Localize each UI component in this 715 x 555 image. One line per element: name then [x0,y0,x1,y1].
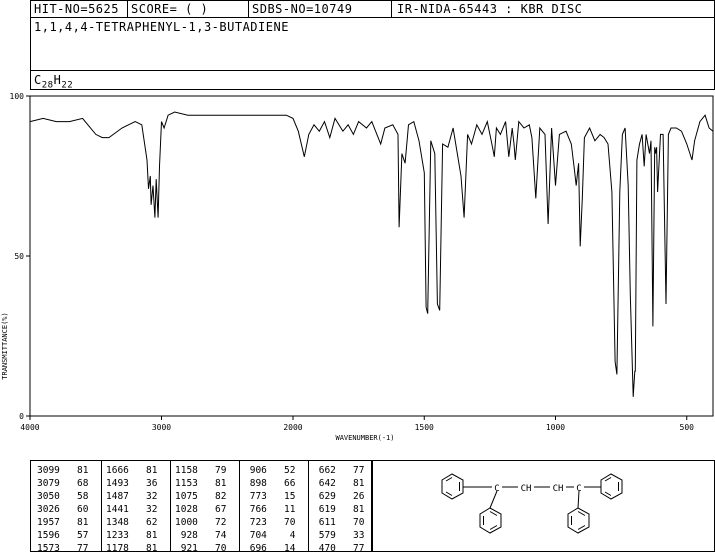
x-tick-label: 1500 [415,423,434,432]
x-axis-label: WAVENUMBER(-1) [335,434,394,442]
peak-entry: 3099 81 [37,465,89,476]
header-sep-1 [127,0,128,17]
hit-number: HIT-NO=5625 [34,2,119,16]
peak-entry: 1178 81 [106,543,158,554]
ch-right: CH [553,484,564,494]
peak-entry: 3026 60 [37,504,89,515]
molecular-structure: C CH CH C [441,473,623,534]
peak-column-3: 1158 79 1153 81 1075 82 1028 67 1000 72 928 … [175,464,226,555]
header-divider [30,17,715,18]
peak-entry: 662 77 [313,465,365,476]
ir-spectrum-chart: 100500 4000 3000 2000 1500 1000 500 WAVENUMBE… [1,92,714,442]
peak-entry: 619 81 [313,504,365,515]
peak-entry: 3050 58 [37,491,89,502]
peak-entry: 1000 72 [175,517,227,528]
carbon-left: C [494,484,499,494]
peak-entry: 1153 81 [175,478,227,489]
peak-entry: 704 4 [244,530,296,541]
x-tick-label: 3000 [152,423,171,432]
x-tick-label: 1000 [546,423,565,432]
peak-entry: 1666 81 [106,465,158,476]
peak-col-sep-4 [308,461,309,551]
peak-entry: 1348 62 [106,517,158,528]
peak-table: 3099 81 3079 68 3050 58 3026 60 1957 81 1596 … [30,460,372,555]
peak-entry: 1441 32 [106,504,158,515]
score: SCORE= ( ) [131,2,209,16]
peak-entry: 579 33 [313,530,365,541]
peak-entry: 921 70 [175,543,227,554]
peak-entry: 1493 36 [106,478,158,489]
x-tick-label: 500 [680,423,695,432]
header-sep-2 [248,0,249,17]
peak-column-1: 3099 81 3079 68 3050 58 3026 60 1957 81 1596 … [37,464,88,555]
spectrum-line [29,111,714,397]
ch-left: CH [521,484,532,494]
plot-frame [29,95,714,417]
ir-identifier: IR-NIDA-65443 : KBR DISC [397,2,583,16]
peak-entry: 1596 57 [37,530,89,541]
peak-entry: 696 14 [244,543,296,554]
peak-col-sep-2 [170,461,171,551]
header-sep-3 [391,0,392,17]
peak-entry: 773 15 [244,491,296,502]
peak-entry: 470 77 [313,543,365,554]
peak-column-2: 1666 81 1493 36 1487 32 1441 32 1348 62 1233 … [106,464,157,555]
y-axis-label: TRANSMITTANCE(%) [1,312,9,379]
formula-divider [30,70,715,71]
peak-entry: 3079 68 [37,478,89,489]
y-tick-label: 50 [14,252,24,261]
peak-column-4: 906 52 898 66 773 15 766 11 723 70 704 4… [244,464,296,555]
sdbs-number: SDBS-NO=10749 [252,2,353,16]
peak-col-sep-1 [101,461,102,551]
compound-name: 1,1,4,4-TETRAPHENYL-1,3-BUTADIENE [34,20,289,34]
peak-entry: 1487 32 [106,491,158,502]
peak-entry: 1158 79 [175,465,227,476]
peak-entry: 1233 81 [106,530,158,541]
x-tick-label: 4000 [20,423,39,432]
peak-entry: 1957 81 [37,517,89,528]
peak-entry: 629 26 [313,491,365,502]
peak-entry: 928 74 [175,530,227,541]
peak-entry: 642 81 [313,478,365,489]
formula-c: C [34,73,42,87]
peak-entry: 1028 67 [175,504,227,515]
peak-col-sep-3 [239,461,240,551]
peak-entry: 1573 77 [37,543,89,554]
y-tick-label: 0 [19,412,24,421]
peak-entry: 1075 82 [175,491,227,502]
y-tick-label: 100 [10,92,25,101]
x-tick-label: 2000 [283,423,302,432]
peak-entry: 898 66 [244,478,296,489]
peak-entry: 906 52 [244,465,296,476]
peak-entry: 766 11 [244,504,296,515]
peak-column-5: 662 77 642 81 629 26 619 81 611 70 579 3… [313,464,365,555]
peak-entry: 723 70 [244,517,296,528]
peak-entry: 611 70 [313,517,365,528]
carbon-right: C [576,484,581,494]
